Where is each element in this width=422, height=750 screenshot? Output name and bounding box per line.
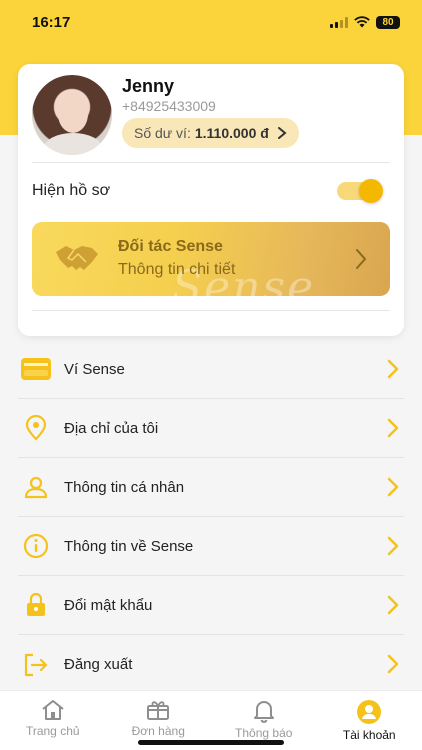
chevron-right-icon — [387, 477, 399, 497]
chevron-right-icon — [356, 249, 367, 269]
partner-banner[interactable]: Sense Đối tác Sense Thông tin chi tiết — [32, 222, 390, 296]
avatar[interactable] — [32, 75, 112, 155]
tab-label: Thông báo — [235, 726, 293, 740]
signal-icon — [330, 16, 348, 28]
profile-card: Jenny +84925433009 Số dư ví: 1.110.000 đ… — [18, 64, 404, 336]
person-icon — [20, 473, 52, 501]
tab-label: Đơn hàng — [131, 724, 185, 738]
show-profile-label: Hiện hồ sơ — [32, 182, 111, 199]
tab-account[interactable]: Tài khoản — [317, 691, 422, 750]
wallet-balance-button[interactable]: Số dư ví: 1.110.000 đ — [122, 118, 299, 148]
status-time: 16:17 — [32, 13, 71, 31]
menu-item-label: Đổi mật khẩu — [64, 596, 153, 614]
user-phone: +84925433009 — [122, 98, 216, 114]
menu-item-label: Địa chỉ của tôi — [64, 419, 159, 437]
wallet-balance-label: Số dư ví: — [134, 125, 191, 141]
status-indicators: 80 — [330, 15, 400, 29]
account-menu: Ví Sense Địa chỉ của tôi Thông tin cá nh… — [0, 340, 422, 694]
info-icon — [20, 532, 52, 560]
gift-box-icon — [147, 701, 170, 720]
chevron-right-icon — [277, 127, 287, 139]
menu-item-label: Thông tin về Sense — [64, 537, 194, 555]
partner-title: Đối tác Sense — [118, 238, 223, 255]
menu-item-address[interactable]: Địa chỉ của tôi — [18, 399, 404, 458]
battery-icon: 80 — [376, 15, 400, 29]
bell-icon — [253, 701, 274, 723]
chevron-right-icon — [387, 536, 399, 556]
menu-item-label: Thông tin cá nhân — [64, 478, 185, 496]
chevron-right-icon — [387, 418, 399, 438]
chevron-right-icon — [387, 359, 399, 379]
menu-item-about[interactable]: Thông tin về Sense — [18, 517, 404, 576]
wallet-icon — [20, 355, 52, 383]
handshake-icon — [56, 246, 98, 270]
show-profile-toggle[interactable] — [337, 179, 383, 203]
menu-item-label: Đăng xuất — [64, 656, 133, 673]
lock-icon — [20, 591, 52, 619]
status-bar: 16:17 80 — [0, 0, 422, 44]
divider — [32, 162, 390, 163]
home-icon — [42, 700, 64, 720]
location-pin-icon — [20, 414, 52, 442]
logout-icon — [20, 651, 52, 679]
menu-item-personal-info[interactable]: Thông tin cá nhân — [18, 458, 404, 517]
tab-label: Tài khoản — [342, 728, 396, 742]
chevron-right-icon — [387, 654, 399, 674]
account-icon — [357, 700, 382, 724]
menu-item-logout[interactable]: Đăng xuất — [18, 635, 404, 694]
wifi-icon — [354, 16, 370, 28]
menu-item-wallet[interactable]: Ví Sense — [18, 340, 404, 399]
tab-label: Trang chủ — [25, 724, 80, 738]
partner-subtitle: Thông tin chi tiết — [118, 261, 236, 278]
wallet-balance-amount: 1.110.000 đ — [194, 125, 269, 141]
tab-home[interactable]: Trang chủ — [0, 691, 106, 750]
chevron-right-icon — [387, 595, 399, 615]
divider — [32, 310, 390, 311]
menu-item-change-password[interactable]: Đổi mật khẩu — [18, 576, 404, 635]
home-indicator — [138, 740, 284, 745]
menu-item-label: Ví Sense — [64, 360, 125, 378]
user-name: Jenny — [122, 76, 175, 96]
toggle-knob — [359, 179, 383, 203]
